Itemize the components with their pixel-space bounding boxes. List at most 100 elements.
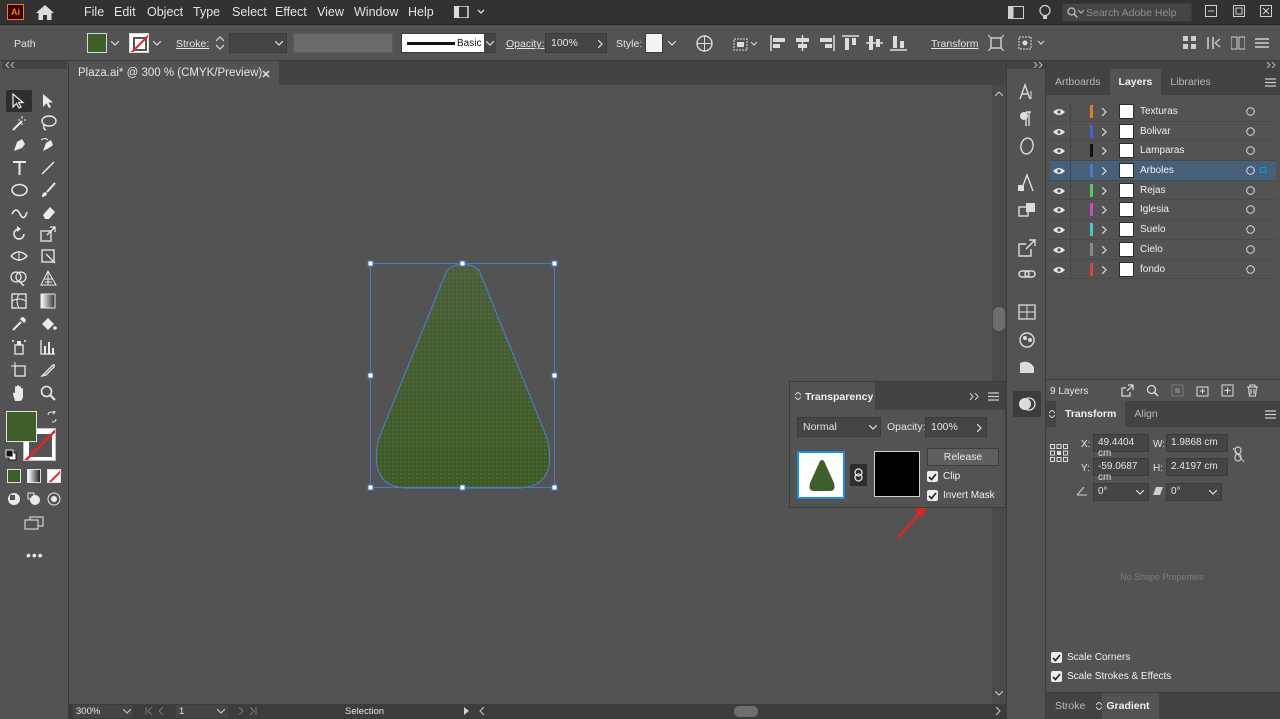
align-to-icon[interactable] xyxy=(733,36,759,51)
target-circle-icon[interactable] xyxy=(1246,225,1255,234)
isolate-selected-icon[interactable] xyxy=(988,35,1004,51)
align-hcenter-icon[interactable] xyxy=(794,35,811,51)
menu-view[interactable]: View xyxy=(317,5,344,19)
close-tab-icon[interactable] xyxy=(262,70,270,78)
document-tab[interactable]: Plaza.ai* @ 300 % (CMYK/Preview) xyxy=(69,61,279,85)
export-assets-icon[interactable] xyxy=(1018,239,1036,257)
search-field[interactable]: Search Adobe Help xyxy=(1062,3,1192,22)
menu-file[interactable]: File xyxy=(84,5,104,19)
clip-checkbox[interactable]: Clip xyxy=(927,471,960,482)
gradient-panel-icon[interactable] xyxy=(1018,357,1036,375)
x-input[interactable]: 49.4404 cm xyxy=(1093,434,1149,459)
expand-chevron-icon[interactable] xyxy=(1102,147,1107,156)
tab-gradient[interactable]: Gradient xyxy=(1102,693,1159,719)
mesh-tool[interactable] xyxy=(8,291,30,311)
home-icon[interactable] xyxy=(36,5,54,20)
visibility-eye-icon[interactable] xyxy=(1053,128,1065,136)
layers-menu-icon[interactable] xyxy=(1265,78,1276,87)
stroke-swatch[interactable] xyxy=(129,33,149,53)
maximize-icon[interactable] xyxy=(1233,5,1245,17)
screen-mode-icon[interactable] xyxy=(24,516,44,530)
rotate-dropdown[interactable]: 0° xyxy=(1093,483,1149,501)
brush-definition-dropdown[interactable]: Basic xyxy=(401,33,496,53)
layer-row[interactable]: Arboles xyxy=(1050,161,1276,181)
visibility-eye-icon[interactable] xyxy=(1053,206,1065,214)
scroll-right-icon[interactable] xyxy=(995,707,1001,715)
collapse-panel-icon[interactable] xyxy=(969,393,979,400)
scale-corners-checkbox[interactable]: Scale Corners xyxy=(1051,652,1130,663)
opacity-label[interactable]: Opacity: xyxy=(506,38,545,50)
document-setup-icon[interactable] xyxy=(1207,36,1221,50)
shear-dropdown[interactable]: 0° xyxy=(1166,483,1222,501)
align-vcenter-icon[interactable] xyxy=(866,35,883,51)
scale-tool[interactable] xyxy=(37,224,59,244)
control-menu-icon[interactable] xyxy=(1255,36,1269,50)
release-button[interactable]: Release xyxy=(927,448,999,466)
new-layer-icon[interactable] xyxy=(1221,384,1234,397)
transform-menu-icon[interactable] xyxy=(1265,410,1276,419)
eraser-tool[interactable] xyxy=(37,202,59,222)
expand-chevron-icon[interactable] xyxy=(1102,245,1107,254)
tab-layers[interactable]: Layers xyxy=(1109,69,1162,95)
shape-builder-tool[interactable] xyxy=(8,268,30,288)
target-circle-icon[interactable] xyxy=(1246,185,1255,195)
selected-triangle-path[interactable] xyxy=(367,260,559,492)
close-window-icon[interactable] xyxy=(1260,5,1272,17)
layer-row[interactable]: Iglesia xyxy=(1050,200,1276,221)
tab-artboards[interactable]: Artboards xyxy=(1046,69,1110,95)
visibility-eye-icon[interactable] xyxy=(1053,167,1065,175)
workspace-switcher-icon[interactable] xyxy=(454,6,486,18)
export-layer-icon[interactable] xyxy=(1121,384,1134,397)
target-circle-icon[interactable] xyxy=(1246,205,1255,215)
pen-tool[interactable] xyxy=(8,135,30,155)
draw-normal-icon[interactable] xyxy=(7,492,21,506)
opacity-mask-thumbnail[interactable] xyxy=(874,451,920,497)
zoom-tool[interactable] xyxy=(37,383,59,403)
gradient-mode-icon[interactable] xyxy=(27,469,41,483)
layer-row[interactable]: fondo xyxy=(1050,259,1276,280)
artboard-number-dropdown[interactable]: 1 xyxy=(176,705,228,718)
minimize-icon[interactable] xyxy=(1205,5,1217,17)
none-mode-icon[interactable] xyxy=(47,469,61,483)
stroke-weight-dropdown[interactable] xyxy=(229,33,287,53)
puppet-warp-icon[interactable] xyxy=(1018,35,1048,51)
target-circle-icon[interactable] xyxy=(1246,166,1255,175)
object-thumbnail[interactable] xyxy=(797,451,845,499)
target-circle-icon[interactable] xyxy=(1246,245,1255,254)
symbols-panel-icon[interactable] xyxy=(1017,201,1037,221)
scale-strokes-checkbox[interactable]: Scale Strokes & Effects xyxy=(1051,671,1171,682)
tab-align[interactable]: Align xyxy=(1125,401,1166,427)
variable-width-profile-dropdown[interactable] xyxy=(293,33,393,53)
glyphs-panel-icon[interactable] xyxy=(1017,173,1037,193)
transparency-panel-header[interactable]: Transparency xyxy=(790,382,1005,410)
layer-row[interactable]: Suelo xyxy=(1050,220,1276,240)
strip-collapse-handle[interactable] xyxy=(1007,61,1045,69)
stroke-label[interactable]: Stroke: xyxy=(176,38,209,50)
default-fill-stroke-icon[interactable] xyxy=(5,449,17,461)
transparency-opacity-input[interactable]: 100% xyxy=(925,417,987,437)
make-clipping-mask-icon[interactable] xyxy=(1171,384,1184,397)
expand-chevron-icon[interactable] xyxy=(1102,108,1107,116)
artboard-nav-next-last[interactable] xyxy=(237,707,257,715)
visibility-eye-icon[interactable] xyxy=(1053,147,1065,155)
expand-chevron-icon[interactable] xyxy=(1102,186,1107,195)
artboard-tool[interactable] xyxy=(8,360,30,380)
vertical-scroll-thumb[interactable] xyxy=(993,307,1005,331)
column-graph-tool[interactable] xyxy=(37,337,59,357)
w-input[interactable]: 1.9868 cm xyxy=(1166,434,1228,452)
draw-behind-icon[interactable] xyxy=(27,492,41,506)
color-mode-icon[interactable] xyxy=(7,469,21,483)
color-guide-panel-icon[interactable] xyxy=(1018,331,1036,349)
toolbar-collapse-handle[interactable] xyxy=(2,61,67,69)
status-menu-arrow-icon[interactable] xyxy=(464,707,470,715)
mask-link-icon[interactable] xyxy=(850,464,867,486)
constrain-proportions-icon[interactable] xyxy=(1232,446,1245,463)
curvature-tool[interactable] xyxy=(37,135,59,155)
expand-chevron-icon[interactable] xyxy=(1102,226,1107,235)
transparency-menu-icon[interactable] xyxy=(988,392,999,401)
expand-chevron-icon[interactable] xyxy=(1102,206,1107,215)
eyedropper-tool[interactable] xyxy=(8,314,30,334)
visibility-eye-icon[interactable] xyxy=(1053,246,1065,254)
symbol-sprayer-tool[interactable] xyxy=(8,337,30,357)
menu-help[interactable]: Help xyxy=(408,5,434,19)
